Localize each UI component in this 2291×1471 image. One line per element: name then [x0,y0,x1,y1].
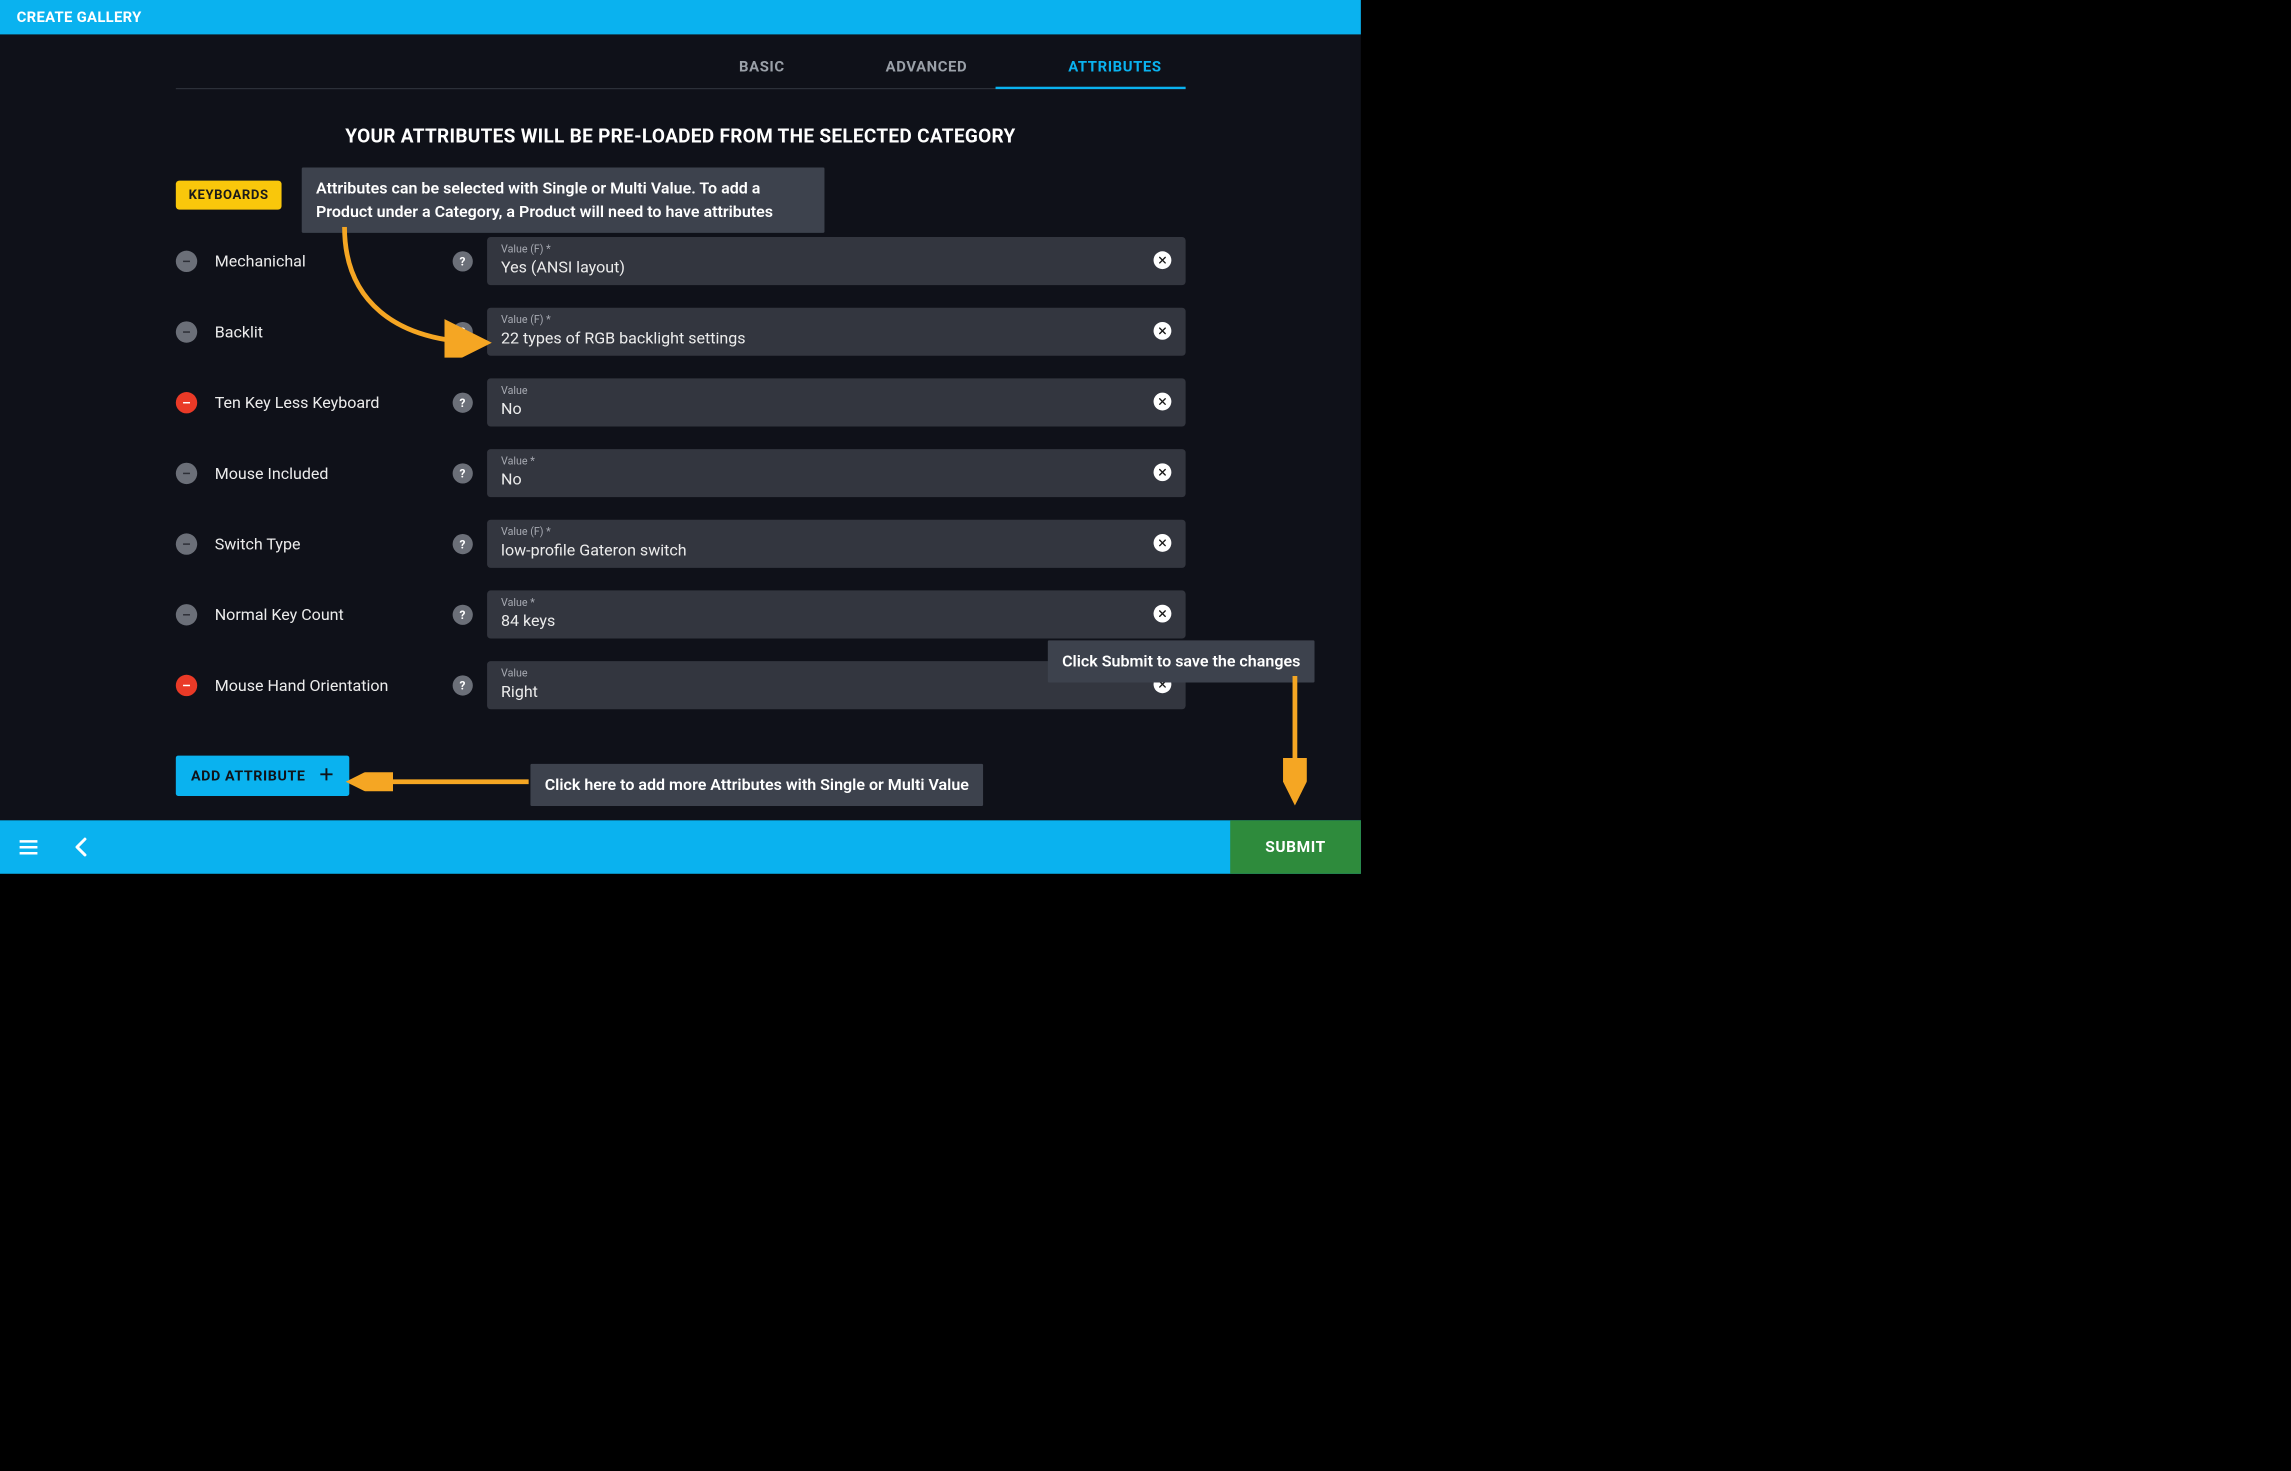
value-text: No [501,470,1141,489]
attribute-name: Normal Key Count [197,605,452,624]
value-text: Yes (ANSI layout) [501,258,1141,277]
attribute-row: Mechanichal? Value (F) * Yes (ANSI layout) [176,237,1186,285]
attribute-value-field[interactable]: Value * 84 keys [487,590,1186,638]
attribute-name: Mouse Hand Orientation [197,676,452,695]
value-label: Value [501,667,1141,679]
value-text: No [501,399,1141,418]
help-icon[interactable]: ? [452,392,472,412]
help-icon[interactable]: ? [452,604,472,624]
value-label: Value (F) * [501,243,1141,255]
attribute-row: Ten Key Less Keyboard? Value No [176,378,1186,426]
value-text: 22 types of RGB backlight settings [501,328,1141,347]
help-icon[interactable]: ? [452,463,472,483]
category-chip: KEYBOARDS [176,181,282,210]
clear-icon[interactable] [1153,463,1171,481]
submit-button[interactable]: SUBMIT [1230,820,1361,873]
value-label: Value [501,384,1141,396]
attribute-row: Switch Type? Value (F) * low-profile Gater… [176,520,1186,568]
attribute-value-field[interactable]: Value Right [487,661,1186,709]
help-icon[interactable]: ? [452,675,472,695]
value-label: Value * [501,596,1141,608]
attribute-row: Backlit? Value (F) * 22 types of RGB backl… [176,308,1186,356]
remove-attribute-icon[interactable] [176,321,197,342]
attribute-name: Backlit [197,322,452,341]
attribute-row: Mouse Included? Value * No [176,449,1186,497]
clear-icon[interactable] [1153,604,1171,622]
value-text: 84 keys [501,611,1141,630]
plus-icon [319,766,334,785]
content-area: BASIC ADVANCED ATTRIBUTES YOUR ATTRIBUTE… [0,34,1361,820]
tab-underline [995,87,1185,89]
attribute-row: Normal Key Count? Value * 84 keys [176,590,1186,638]
remove-attribute-icon[interactable] [176,604,197,625]
clear-icon[interactable] [1153,534,1171,552]
attribute-name: Switch Type [197,534,452,553]
attribute-value-field[interactable]: Value * No [487,449,1186,497]
clear-icon[interactable] [1153,392,1171,410]
value-label: Value (F) * [501,526,1141,538]
top-bar: CREATE GALLERY [0,0,1361,34]
help-icon[interactable]: ? [452,322,472,342]
help-icon[interactable]: ? [452,251,472,271]
menu-icon[interactable] [17,835,41,859]
attribute-row: Mouse Hand Orientation? Value Right [176,661,1186,709]
attribute-name: Mouse Included [197,464,452,483]
tab-bar: BASIC ADVANCED ATTRIBUTES [176,58,1186,89]
add-attribute-label: ADD ATTRIBUTE [191,767,306,784]
value-text: Right [501,682,1141,701]
attribute-name: Mechanichal [197,252,452,271]
remove-attribute-icon[interactable] [176,674,197,695]
tab-basic[interactable]: BASIC [739,58,785,75]
tab-advanced[interactable]: ADVANCED [886,58,968,75]
value-label: Value * [501,455,1141,467]
attribute-value-field[interactable]: Value (F) * low-profile Gateron switch [487,520,1186,568]
headline-text: YOUR ATTRIBUTES WILL BE PRE-LOADED FROM … [176,125,1186,148]
clear-icon[interactable] [1153,251,1171,269]
bottom-bar: SUBMIT [0,820,1361,873]
help-icon[interactable]: ? [452,534,472,554]
remove-attribute-icon[interactable] [176,533,197,554]
submit-label: SUBMIT [1265,838,1326,856]
page-title: CREATE GALLERY [17,9,142,26]
value-label: Value (F) * [501,314,1141,326]
attribute-name: Ten Key Less Keyboard [197,393,452,412]
add-attribute-button[interactable]: ADD ATTRIBUTE [176,756,350,796]
attribute-value-field[interactable]: Value (F) * 22 types of RGB backlight set… [487,308,1186,356]
remove-attribute-icon[interactable] [176,392,197,413]
tab-attributes[interactable]: ATTRIBUTES [1068,58,1161,75]
clear-icon[interactable] [1153,322,1171,340]
attribute-value-field[interactable]: Value No [487,378,1186,426]
clear-icon[interactable] [1153,675,1171,693]
remove-attribute-icon[interactable] [176,250,197,271]
value-text: low-profile Gateron switch [501,541,1141,560]
remove-attribute-icon[interactable] [176,462,197,483]
back-icon[interactable] [70,835,94,859]
attribute-list: Mechanichal? Value (F) * Yes (ANSI layout)… [176,237,1186,709]
attribute-value-field[interactable]: Value (F) * Yes (ANSI layout) [487,237,1186,285]
